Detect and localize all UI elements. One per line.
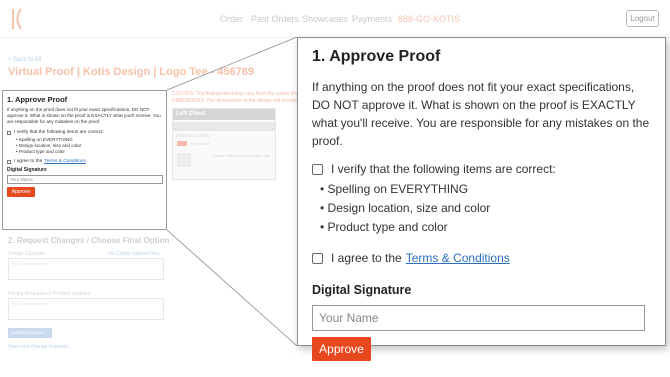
nav-payments[interactable]: Payments: [352, 14, 392, 24]
logout-button[interactable]: Logout: [626, 10, 659, 27]
pricing-label: Pricing Requests or Product Updates: [8, 291, 91, 297]
verify-row-small: I verify that the following items are co…: [7, 130, 162, 135]
verify-item-design-location: Design location, size and color: [320, 199, 651, 218]
approve-title: 1. Approve Proof: [312, 48, 441, 65]
page-title: Virtual Proof | Kotis Design | Logo Tee …: [8, 66, 254, 78]
design-changes-textarea[interactable]: Your Comments Here: [8, 258, 164, 280]
nav-order[interactable]: Order: [220, 14, 243, 24]
color-swatch: [177, 141, 187, 146]
location-bar: [173, 122, 275, 131]
agree-prefix: I agree to the: [331, 251, 402, 265]
agree-prefix-small: I agree to the: [14, 159, 43, 164]
signature-input-small[interactable]: Your Name: [7, 175, 163, 184]
verify-label: I verify that the following items are co…: [331, 162, 556, 176]
nav-showcases[interactable]: Showcases: [302, 14, 348, 24]
location-card: Left Chest DESIGN COLORS PMS 1665 Unisex…: [172, 108, 276, 180]
view-past-requests-link[interactable]: View past change requests: [8, 344, 68, 350]
signature-input[interactable]: Your Name: [312, 305, 645, 331]
back-link[interactable]: < Back to All: [8, 57, 41, 63]
design-changes-label: Design Changes: [8, 251, 45, 257]
garment-name: Unisex Ribbon 5.3oz Cotton Tee: [213, 153, 271, 158]
section2-title: 2. Request Changes / Choose Final Option: [8, 236, 170, 245]
design-colors-label: DESIGN COLORS: [176, 133, 210, 138]
nav-past-orders[interactable]: Past Orders: [251, 14, 299, 24]
agree-checkbox[interactable]: [312, 252, 323, 264]
agree-checkbox-small[interactable]: [7, 159, 11, 164]
approve-title-small: 1. Approve Proof: [7, 95, 68, 104]
garment-thumbnail: [177, 153, 191, 167]
kotis-logo-icon[interactable]: [11, 8, 23, 30]
signature-label-small: Digital Signature: [7, 167, 47, 173]
verify-item-product-type: Product type and color: [320, 218, 651, 237]
nav-phone[interactable]: 888-GO-KOTIS: [398, 14, 460, 24]
submit-changes-label: Submit Changes: [11, 330, 45, 335]
color-item: PMS 1665: [191, 141, 210, 146]
agree-row-small: I agree to the Terms & Conditions: [7, 159, 162, 164]
design-changes-links[interactable]: Ink Colors Upload Files: [108, 251, 160, 257]
agree-row: I agree to the Terms & Conditions: [312, 251, 651, 265]
top-navbar: Order Past Orders Showcases Payments 888…: [0, 0, 670, 38]
approve-proof-panel-zoomed: 1. Approve Proof If anything on the proo…: [297, 37, 666, 361]
terms-conditions-link[interactable]: Terms & Conditions: [406, 251, 510, 265]
verify-item-spelling: Spelling on EVERYTHING: [320, 180, 651, 199]
pricing-textarea[interactable]: Your Comments Here: [8, 298, 164, 320]
verify-row: I verify that the following items are co…: [312, 162, 651, 176]
pricing-placeholder: Your Comments Here: [11, 301, 50, 306]
verify-label-small: I verify that the following items are co…: [14, 130, 104, 135]
approve-paragraph-small: If anything on the proof does not fit yo…: [7, 107, 161, 124]
verify-item-small: Product type and color: [16, 149, 162, 155]
colors-note: COLORS: The final product may vary from …: [172, 91, 307, 97]
submit-changes-button[interactable]: Submit Changes: [8, 328, 52, 338]
location-heading: Left Chest: [173, 109, 275, 120]
terms-link-small[interactable]: Terms & Conditions: [44, 159, 86, 164]
approve-paragraph: If anything on the proof does not fit yo…: [312, 80, 650, 148]
design-changes-placeholder: Your Comments Here: [11, 261, 50, 266]
verify-list: Spelling on EVERYTHING Design location, …: [320, 180, 651, 237]
verify-checkbox-small[interactable]: [7, 130, 11, 135]
approve-proof-panel-small: 1. Approve Proof If anything on the proo…: [2, 90, 167, 230]
approve-button[interactable]: Approve: [312, 337, 371, 361]
verify-list-small: Spelling on EVERYTHING Design location, …: [16, 137, 162, 155]
approve-button-small[interactable]: Approve: [7, 187, 35, 197]
signature-label: Digital Signature: [312, 283, 412, 297]
verify-checkbox[interactable]: [312, 163, 323, 175]
